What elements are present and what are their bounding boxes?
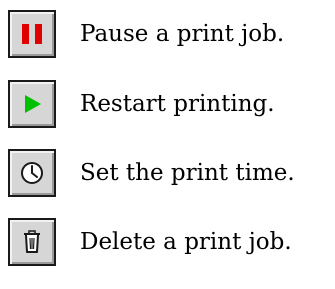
legend-item-restart: Restart printing. [0,80,335,130]
pause-label: Pause a print job. [80,21,285,47]
delete-label: Delete a print job. [80,229,292,255]
set-time-button[interactable] [8,149,56,197]
restart-button[interactable] [8,80,56,128]
trash-icon [24,230,40,253]
pause-button[interactable] [8,10,56,58]
set-time-label: Set the print time. [80,160,295,186]
legend-item-set-time: Set the print time. [0,149,335,199]
play-icon [25,95,41,113]
legend-item-delete: Delete a print job. [0,218,335,268]
clock-icon [21,162,43,184]
restart-label: Restart printing. [80,91,275,117]
pause-icon [22,24,42,44]
legend-item-pause: Pause a print job. [0,10,335,60]
delete-button[interactable] [8,218,56,266]
